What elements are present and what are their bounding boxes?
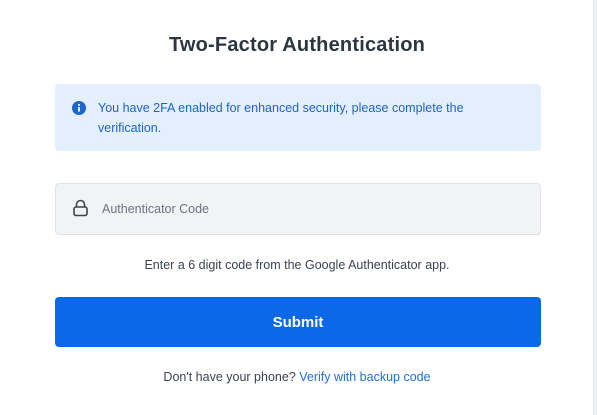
info-icon	[72, 101, 86, 115]
authenticator-code-input[interactable]	[102, 184, 522, 234]
two-factor-card: Two-Factor Authentication You have 2FA e…	[0, 0, 594, 415]
backup-code-prompt: Don't have your phone? Verify with backu…	[0, 370, 594, 384]
submit-button[interactable]: Submit	[55, 297, 541, 347]
page-title: Two-Factor Authentication	[168, 34, 426, 56]
code-hint: Enter a 6 digit code from the Google Aut…	[144, 258, 450, 272]
alert-message: You have 2FA enabled for enhanced securi…	[98, 101, 464, 135]
authenticator-code-field[interactable]	[55, 183, 541, 235]
lock-icon	[73, 199, 88, 217]
backup-prompt-text: Don't have your phone?	[163, 370, 296, 384]
verify-backup-code-link[interactable]: Verify with backup code	[299, 370, 430, 384]
info-alert: You have 2FA enabled for enhanced securi…	[55, 84, 541, 151]
